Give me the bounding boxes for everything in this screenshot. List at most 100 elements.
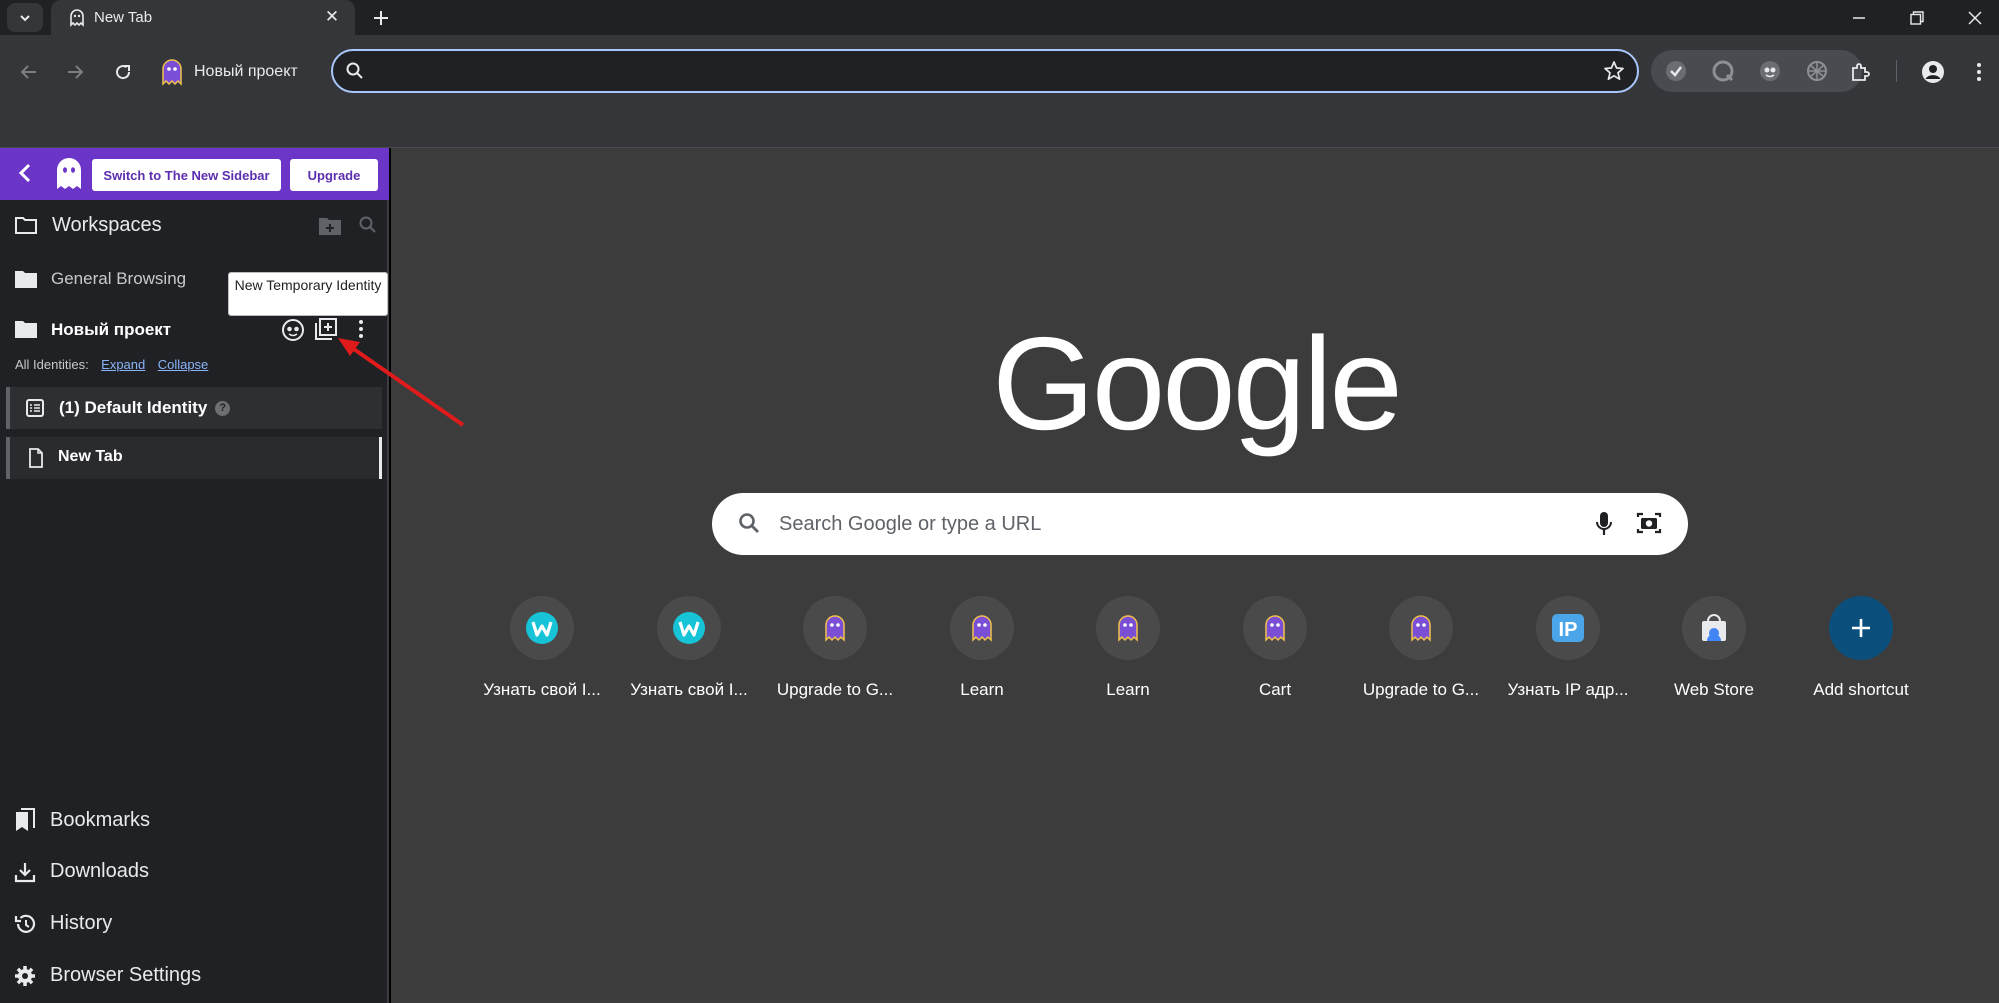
folder-icon [14, 269, 38, 294]
network-extension-icon[interactable] [1806, 60, 1828, 82]
menu-button[interactable] [1964, 57, 1994, 87]
ghost-icon [803, 596, 867, 660]
chevron-down-icon [20, 14, 30, 21]
shortcut-tile[interactable]: Cart [1210, 596, 1340, 716]
ghost-icon [1096, 596, 1160, 660]
face-extension-icon[interactable] [1759, 60, 1781, 82]
expand-link[interactable]: Expand [101, 357, 145, 372]
ntp-search-box[interactable] [712, 493, 1688, 555]
address-input[interactable] [377, 59, 1577, 83]
sidebar-item-browser-settings[interactable]: Browser Settings [14, 964, 201, 987]
new-tab-button[interactable] [366, 3, 396, 33]
tab-search-button[interactable] [7, 3, 43, 32]
switch-sidebar-button[interactable]: Switch to The New Sidebar [92, 159, 281, 191]
ghost-icon [1389, 596, 1453, 660]
shortcut-tile[interactable]: Узнать свой I... [477, 596, 607, 716]
extensions-area [1651, 50, 1862, 92]
camera-icon[interactable] [1636, 510, 1662, 536]
shortcut-tile[interactable]: Web Store [1649, 596, 1779, 716]
puzzle-icon [1852, 63, 1870, 81]
shortcut-tile[interactable]: Learn [1063, 596, 1193, 716]
new-tab-page: Google Узнать свой I... Узнать свой I...… [391, 148, 1999, 1003]
ghost-icon [68, 8, 86, 32]
all-identities-label: All Identities: [15, 357, 89, 372]
tab-strip: New Tab ✕ [0, 0, 1999, 35]
sidebar-item-label: History [50, 912, 113, 934]
temporary-identity-face-icon[interactable] [281, 318, 305, 347]
identity-name-text: (1) Default Identity [59, 398, 208, 417]
history-icon [14, 914, 36, 933]
tab-title: New Tab [94, 9, 153, 26]
ghost-logo-icon [52, 156, 86, 197]
shortcut-tile[interactable]: Upgrade to G... [1356, 596, 1486, 716]
profile-button[interactable] [1918, 57, 1948, 87]
reload-button[interactable] [106, 55, 140, 89]
search-icon [346, 62, 363, 79]
ghost-icon [162, 59, 182, 86]
shortcut-tile[interactable]: IP Узнать IP адр... [1503, 596, 1633, 716]
sidebar-item-downloads[interactable]: Downloads [14, 860, 149, 883]
ip-icon: IP [1536, 596, 1600, 660]
identity-name: (1) Default Identity? [59, 398, 231, 418]
shortcut-label: Web Store [1673, 680, 1754, 699]
annotation-arrow [338, 338, 465, 427]
workspace-label: Новый проект [51, 320, 172, 339]
ghost-icon [950, 596, 1014, 660]
arrow-right-icon [68, 65, 84, 79]
shortcut-label: Cart [1258, 680, 1292, 699]
workspace-label: General Browsing [51, 269, 187, 288]
identity-chip[interactable]: Новый проект [158, 55, 298, 89]
star-icon[interactable] [1603, 60, 1625, 82]
shortcut-tile[interactable]: Upgrade to G... [770, 596, 900, 716]
back-button[interactable] [12, 55, 46, 89]
sidebar-header: Switch to The New Sidebar Upgrade [0, 148, 389, 200]
ntp-search-input[interactable] [779, 511, 1559, 537]
search-icon[interactable] [358, 215, 378, 240]
close-icon[interactable]: ✕ [321, 6, 343, 28]
shortcut-label: Learn [1106, 680, 1150, 699]
w-logo-icon [657, 596, 721, 660]
restore-icon [1910, 10, 1924, 25]
sidebar-item-history[interactable]: History [14, 912, 112, 935]
avatar-icon [1922, 61, 1944, 83]
download-icon [14, 862, 36, 882]
close-window-button[interactable] [1952, 0, 1998, 35]
forward-button[interactable] [58, 55, 92, 89]
help-icon[interactable]: ? [215, 400, 231, 416]
address-bar[interactable] [331, 49, 1639, 93]
new-folder-icon[interactable] [318, 216, 342, 241]
toolbar-bottom-area [0, 110, 1999, 148]
identity-chip-label: Новый проект [194, 63, 298, 80]
bookmarks-icon [16, 808, 35, 831]
ghost-icon [1243, 596, 1307, 660]
svg-text:IP: IP [1559, 619, 1578, 641]
search-extension-icon[interactable] [1712, 60, 1734, 82]
search-icon [739, 513, 759, 533]
extensions-button[interactable] [1845, 57, 1875, 87]
shortcut-tile[interactable]: Узнать свой I... [624, 596, 754, 716]
shortcut-label: Узнать свой I... [483, 680, 601, 699]
workspace-sidebar: Switch to The New Sidebar Upgrade Worksp… [0, 148, 389, 1003]
minimize-icon [1853, 16, 1865, 19]
mic-icon[interactable] [1594, 510, 1614, 538]
sidebar-item-bookmarks[interactable]: Bookmarks [14, 808, 150, 832]
google-logo: Google [992, 310, 1403, 457]
shortcut-label: Upgrade to G... [1362, 680, 1480, 699]
upgrade-button[interactable]: Upgrade [290, 159, 378, 191]
shortcut-label: Add shortcut [1813, 680, 1909, 699]
plus-icon [374, 11, 388, 25]
add-shortcut-tile[interactable]: Add shortcut [1796, 596, 1926, 716]
minimize-button[interactable] [1836, 0, 1882, 35]
sidebar-item-label: Downloads [50, 860, 149, 882]
restore-button[interactable] [1894, 0, 1940, 35]
more-vert-icon [1977, 63, 1981, 81]
check-extension-icon[interactable] [1665, 60, 1687, 82]
collapse-link[interactable]: Collapse [158, 357, 209, 372]
shortcut-tile[interactable]: Learn [917, 596, 1047, 716]
gear-icon [15, 965, 35, 986]
identity-tab-row[interactable]: New Tab [6, 437, 382, 479]
tab-new-tab[interactable]: New Tab ✕ [51, 0, 355, 35]
workspaces-header: Workspaces [0, 212, 389, 242]
identity-row[interactable]: (1) Default Identity? [6, 387, 382, 429]
chevron-left-icon[interactable] [14, 162, 36, 189]
